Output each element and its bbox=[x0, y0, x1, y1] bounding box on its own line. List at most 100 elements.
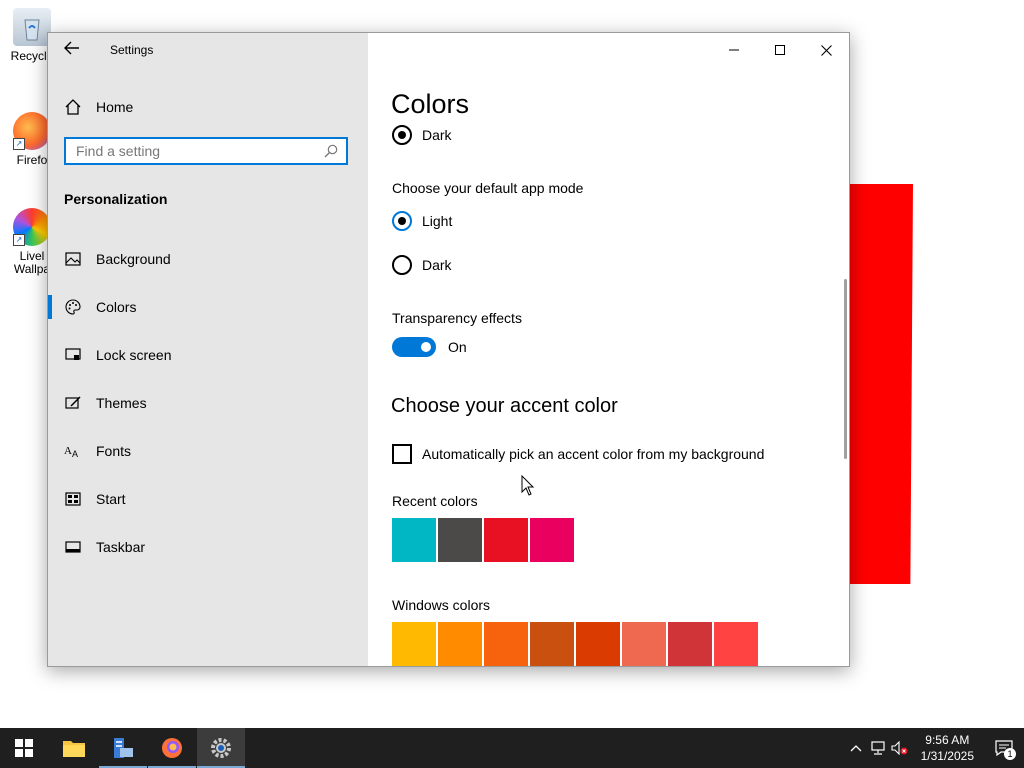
recent-color-swatch-1[interactable] bbox=[392, 518, 436, 562]
search-input[interactable] bbox=[66, 139, 326, 163]
sidebar-item-lock-screen[interactable]: Lock screen bbox=[48, 331, 368, 379]
taskbar-icon bbox=[64, 538, 82, 556]
sidebar-item-background[interactable]: Background bbox=[48, 235, 368, 283]
windows-color-swatch-6[interactable] bbox=[622, 622, 666, 666]
sidebar-item-fonts[interactable]: AA Fonts bbox=[48, 427, 368, 475]
windows-color-swatch-7[interactable] bbox=[668, 622, 712, 666]
sidebar-item-label: Start bbox=[96, 491, 126, 507]
folder-icon bbox=[63, 741, 85, 757]
radio-button-checked bbox=[392, 211, 412, 231]
auto-accent-checkbox-row[interactable]: Automatically pick an accent color from … bbox=[392, 444, 764, 464]
sidebar-item-home[interactable]: Home bbox=[64, 97, 133, 117]
sidebar-item-label: Background bbox=[96, 251, 171, 267]
desktop-red-shape bbox=[847, 184, 913, 584]
sidebar-item-taskbar[interactable]: Taskbar bbox=[48, 523, 368, 571]
windows-colors-swatches bbox=[392, 622, 760, 666]
windows-colors-label: Windows colors bbox=[392, 597, 491, 613]
sidebar-item-themes[interactable]: Themes bbox=[48, 379, 368, 427]
picture-icon bbox=[64, 250, 82, 268]
notification-count-badge: 1 bbox=[1004, 748, 1016, 760]
network-button[interactable] bbox=[867, 728, 889, 768]
radio-button bbox=[392, 255, 412, 275]
show-hidden-icons-button[interactable] bbox=[845, 728, 867, 768]
page-title: Colors bbox=[391, 89, 470, 119]
radio-label: Dark bbox=[422, 257, 452, 273]
taskbar-server-manager[interactable] bbox=[99, 728, 147, 768]
network-icon bbox=[871, 741, 885, 755]
sidebar-item-label: Home bbox=[96, 99, 134, 115]
action-center-button[interactable]: 1 bbox=[984, 728, 1024, 768]
window-controls bbox=[711, 33, 849, 67]
svg-text:A: A bbox=[72, 449, 78, 459]
volume-button[interactable] bbox=[889, 728, 911, 768]
toggle-switch[interactable] bbox=[392, 337, 436, 357]
back-arrow-icon bbox=[64, 41, 79, 55]
system-tray: 9:56 AM 1/31/2025 1 bbox=[845, 728, 1024, 768]
sidebar-item-label: Taskbar bbox=[96, 539, 146, 555]
search-icon bbox=[324, 144, 338, 158]
windows-color-swatch-5[interactable] bbox=[576, 622, 620, 666]
sidebar-item-label: Themes bbox=[96, 395, 147, 411]
fonts-icon: AA bbox=[64, 442, 82, 460]
transparency-label: Transparency effects bbox=[392, 310, 522, 326]
back-button[interactable] bbox=[62, 41, 82, 59]
maximize-button[interactable] bbox=[757, 33, 803, 67]
sidebar-item-label: Colors bbox=[96, 299, 137, 315]
start-button[interactable] bbox=[0, 728, 48, 768]
windows-mode-dark-radio[interactable]: Dark bbox=[392, 125, 452, 145]
transparency-toggle[interactable]: On bbox=[392, 337, 467, 357]
gear-icon bbox=[211, 738, 231, 758]
recent-color-swatch-3[interactable] bbox=[484, 518, 528, 562]
radio-button-checked bbox=[392, 125, 412, 145]
sidebar-item-label: Fonts bbox=[96, 443, 132, 459]
taskbar: 9:56 AM 1/31/2025 1 bbox=[0, 728, 1024, 768]
windows-color-swatch-3[interactable] bbox=[484, 622, 528, 666]
windows-color-swatch-1[interactable] bbox=[392, 622, 436, 666]
recent-colors-label: Recent colors bbox=[392, 493, 478, 509]
home-icon bbox=[64, 98, 82, 116]
content-scrollbar[interactable] bbox=[844, 279, 847, 459]
recent-color-swatch-2[interactable] bbox=[438, 518, 482, 562]
windows-color-swatch-2[interactable] bbox=[438, 622, 482, 666]
taskbar-file-explorer[interactable] bbox=[50, 728, 98, 768]
windows-color-swatch-4[interactable] bbox=[530, 622, 574, 666]
windows-logo-icon bbox=[15, 739, 33, 757]
taskbar-clock[interactable]: 9:56 AM 1/31/2025 bbox=[921, 732, 974, 764]
shortcut-arrow-icon: ↗ bbox=[13, 234, 25, 246]
mouse-cursor-icon bbox=[521, 475, 535, 496]
palette-icon bbox=[64, 298, 82, 316]
settings-content: Colors Dark Choose your default app mode… bbox=[368, 33, 849, 666]
themes-icon bbox=[64, 394, 82, 412]
server-manager-icon bbox=[114, 738, 133, 758]
radio-label: Dark bbox=[422, 127, 452, 143]
auto-accent-checkbox[interactable] bbox=[392, 444, 412, 464]
start-icon bbox=[64, 490, 82, 508]
minimize-button[interactable] bbox=[711, 33, 757, 67]
sidebar-item-start[interactable]: Start bbox=[48, 475, 368, 523]
minimize-icon bbox=[729, 49, 739, 51]
volume-muted-icon bbox=[891, 741, 908, 755]
title-bar: Settings bbox=[48, 33, 368, 67]
sidebar-item-colors[interactable]: Colors bbox=[48, 283, 368, 331]
sidebar-nav: Background Colors Lock screen Themes AA … bbox=[48, 235, 368, 571]
lively-wallpaper-icon: ↗ bbox=[13, 208, 51, 246]
search-box[interactable] bbox=[64, 137, 348, 165]
app-mode-light-radio[interactable]: Light bbox=[392, 211, 452, 231]
settings-window: Settings Home Personalization Background… bbox=[47, 32, 850, 667]
close-icon bbox=[820, 44, 832, 56]
section-heading: Personalization bbox=[64, 191, 168, 207]
svg-text:A: A bbox=[64, 445, 72, 457]
maximize-icon bbox=[775, 45, 785, 55]
recent-colors-swatches bbox=[392, 518, 576, 562]
window-title: Settings bbox=[110, 43, 154, 57]
recycle-bin-icon bbox=[13, 8, 51, 46]
recent-color-swatch-4[interactable] bbox=[530, 518, 574, 562]
app-mode-dark-radio[interactable]: Dark bbox=[392, 255, 452, 275]
chevron-up-icon bbox=[850, 745, 862, 752]
taskbar-firefox[interactable] bbox=[148, 728, 196, 768]
firefox-icon: ↗ bbox=[13, 112, 51, 150]
windows-color-swatch-8[interactable] bbox=[714, 622, 758, 666]
checkbox-label: Automatically pick an accent color from … bbox=[422, 446, 765, 462]
close-button[interactable] bbox=[803, 33, 849, 67]
taskbar-settings[interactable] bbox=[197, 728, 245, 768]
